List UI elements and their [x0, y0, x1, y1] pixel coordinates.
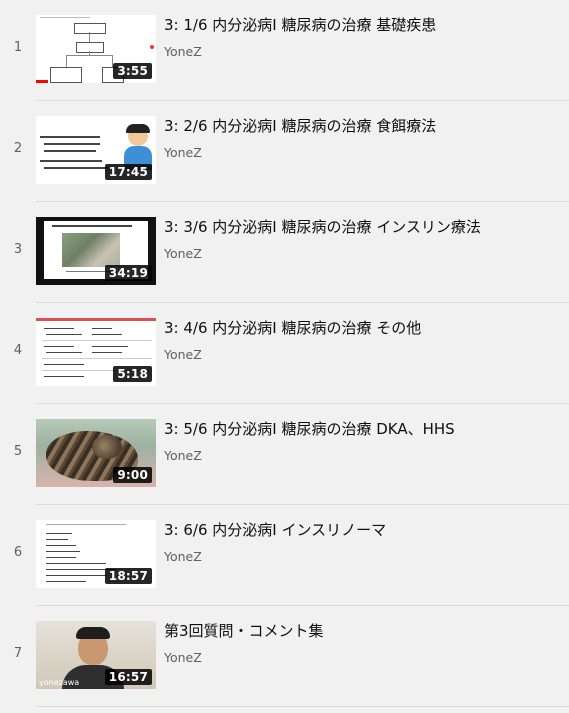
slide-text [40, 160, 102, 162]
video-thumbnail[interactable]: 17:45 [36, 116, 156, 184]
item-index: 5 [13, 444, 23, 459]
slide-text [44, 150, 96, 152]
slide-bullet [46, 563, 106, 564]
playlist: 1 3:55 3: 1/6 内分泌病Ⅰ 糖尿病の治療 基礎疾患 YoneZ 2 [0, 0, 569, 713]
channel-name[interactable]: YoneZ [164, 448, 202, 463]
diagram-line [66, 55, 112, 56]
video-title[interactable]: 第3回質問・コメント集 [164, 620, 561, 641]
slide-text [44, 328, 74, 329]
playlist-item-3[interactable]: 3 34:19 3: 3/6 内分泌病Ⅰ 糖尿病の治療 インスリン療法 Yone… [0, 202, 569, 303]
diagram-line [89, 32, 90, 42]
channel-name[interactable]: YoneZ [164, 44, 202, 59]
channel-name[interactable]: YoneZ [164, 246, 202, 261]
item-index: 1 [13, 40, 23, 55]
slide-header-bar [36, 318, 156, 321]
item-index: 2 [13, 141, 23, 156]
playlist-item-1[interactable]: 1 3:55 3: 1/6 内分泌病Ⅰ 糖尿病の治療 基礎疾患 YoneZ [0, 0, 569, 101]
slide-bullet [46, 551, 80, 552]
video-thumbnail[interactable]: 3:55 [36, 15, 156, 83]
video-title[interactable]: 3: 2/6 内分泌病Ⅰ 糖尿病の治療 食餌療法 [164, 115, 561, 136]
duration-badge: 17:45 [104, 164, 152, 180]
slide-bullet [46, 557, 76, 558]
slide-text [44, 143, 100, 145]
diagram-box [50, 67, 82, 83]
playlist-item-7[interactable]: 7 yonezawa 16:57 第3回質問・コメント集 YoneZ [0, 606, 569, 707]
diagram-line [66, 55, 67, 67]
slide-text [40, 136, 100, 138]
item-index: 7 [13, 646, 23, 661]
slide-photo [62, 233, 120, 267]
table-divider [42, 340, 152, 341]
slide-header-line [40, 17, 90, 18]
channel-name[interactable]: YoneZ [164, 347, 202, 362]
diagram-line [89, 51, 90, 55]
table-divider [42, 358, 152, 359]
video-thumbnail[interactable]: 18:57 [36, 520, 156, 588]
duration-badge: 18:57 [104, 568, 152, 584]
slide-bullet [46, 545, 76, 546]
item-index: 4 [13, 343, 23, 358]
slide-bullet [46, 581, 86, 582]
hair-illustration [126, 124, 150, 133]
video-thumbnail[interactable]: yonezawa 16:57 [36, 621, 156, 689]
slide-bullet [46, 575, 106, 576]
video-thumbnail[interactable]: 34:19 [36, 217, 156, 285]
duration-badge: 16:57 [104, 669, 152, 685]
slide-bullet [46, 533, 72, 534]
diagram-box [76, 42, 104, 53]
red-dot [150, 45, 154, 49]
slide-header-text [46, 524, 126, 525]
person-hair [76, 627, 110, 639]
slide-bullet [46, 539, 68, 540]
slide-text [92, 334, 122, 335]
slide-text [92, 328, 112, 329]
channel-name[interactable]: YoneZ [164, 650, 202, 665]
slide-text [44, 346, 74, 347]
duration-badge: 3:55 [113, 63, 152, 79]
diagram-box [74, 23, 106, 34]
webcam-caption: yonezawa [39, 678, 80, 687]
slide-header-text [52, 225, 132, 227]
channel-name[interactable]: YoneZ [164, 145, 202, 160]
watch-progress-bar [36, 80, 48, 83]
video-thumbnail[interactable]: 5:18 [36, 318, 156, 386]
item-index: 3 [13, 242, 23, 257]
duration-badge: 34:19 [104, 265, 152, 281]
playlist-item-6[interactable]: 6 18:57 3: 6/6 内分泌病Ⅰ インスリノーマ YoneZ [0, 505, 569, 606]
video-title[interactable]: 3: 3/6 内分泌病Ⅰ 糖尿病の治療 インスリン療法 [164, 216, 561, 237]
channel-name[interactable]: YoneZ [164, 549, 202, 564]
video-title[interactable]: 3: 5/6 内分泌病Ⅰ 糖尿病の治療 DKA、HHS [164, 418, 561, 439]
slide-text [44, 364, 84, 365]
slide-text [44, 376, 84, 377]
playlist-item-4[interactable]: 4 5:18 3: 4/6 内分泌病Ⅰ 糖尿病の治療 その他 YoneZ [0, 303, 569, 404]
slide-text [92, 346, 128, 347]
video-title[interactable]: 3: 1/6 内分泌病Ⅰ 糖尿病の治療 基礎疾患 [164, 14, 561, 35]
slide-text [92, 352, 122, 353]
duration-badge: 9:00 [113, 467, 152, 483]
item-index: 6 [13, 545, 23, 560]
video-title[interactable]: 3: 4/6 内分泌病Ⅰ 糖尿病の治療 その他 [164, 317, 561, 338]
video-thumbnail[interactable]: 9:00 [36, 419, 156, 487]
video-title[interactable]: 3: 6/6 内分泌病Ⅰ インスリノーマ [164, 519, 561, 540]
playlist-item-5[interactable]: 5 9:00 3: 5/6 内分泌病Ⅰ 糖尿病の治療 DKA、HHS YoneZ [0, 404, 569, 505]
cat-head [92, 435, 122, 459]
slide-text [46, 334, 82, 335]
slide-text [44, 167, 108, 169]
duration-badge: 5:18 [113, 366, 152, 382]
slide-text [46, 352, 82, 353]
playlist-item-2[interactable]: 2 17:45 3: 2/6 内分泌病Ⅰ 糖尿病の治療 食餌療法 YoneZ [0, 101, 569, 202]
